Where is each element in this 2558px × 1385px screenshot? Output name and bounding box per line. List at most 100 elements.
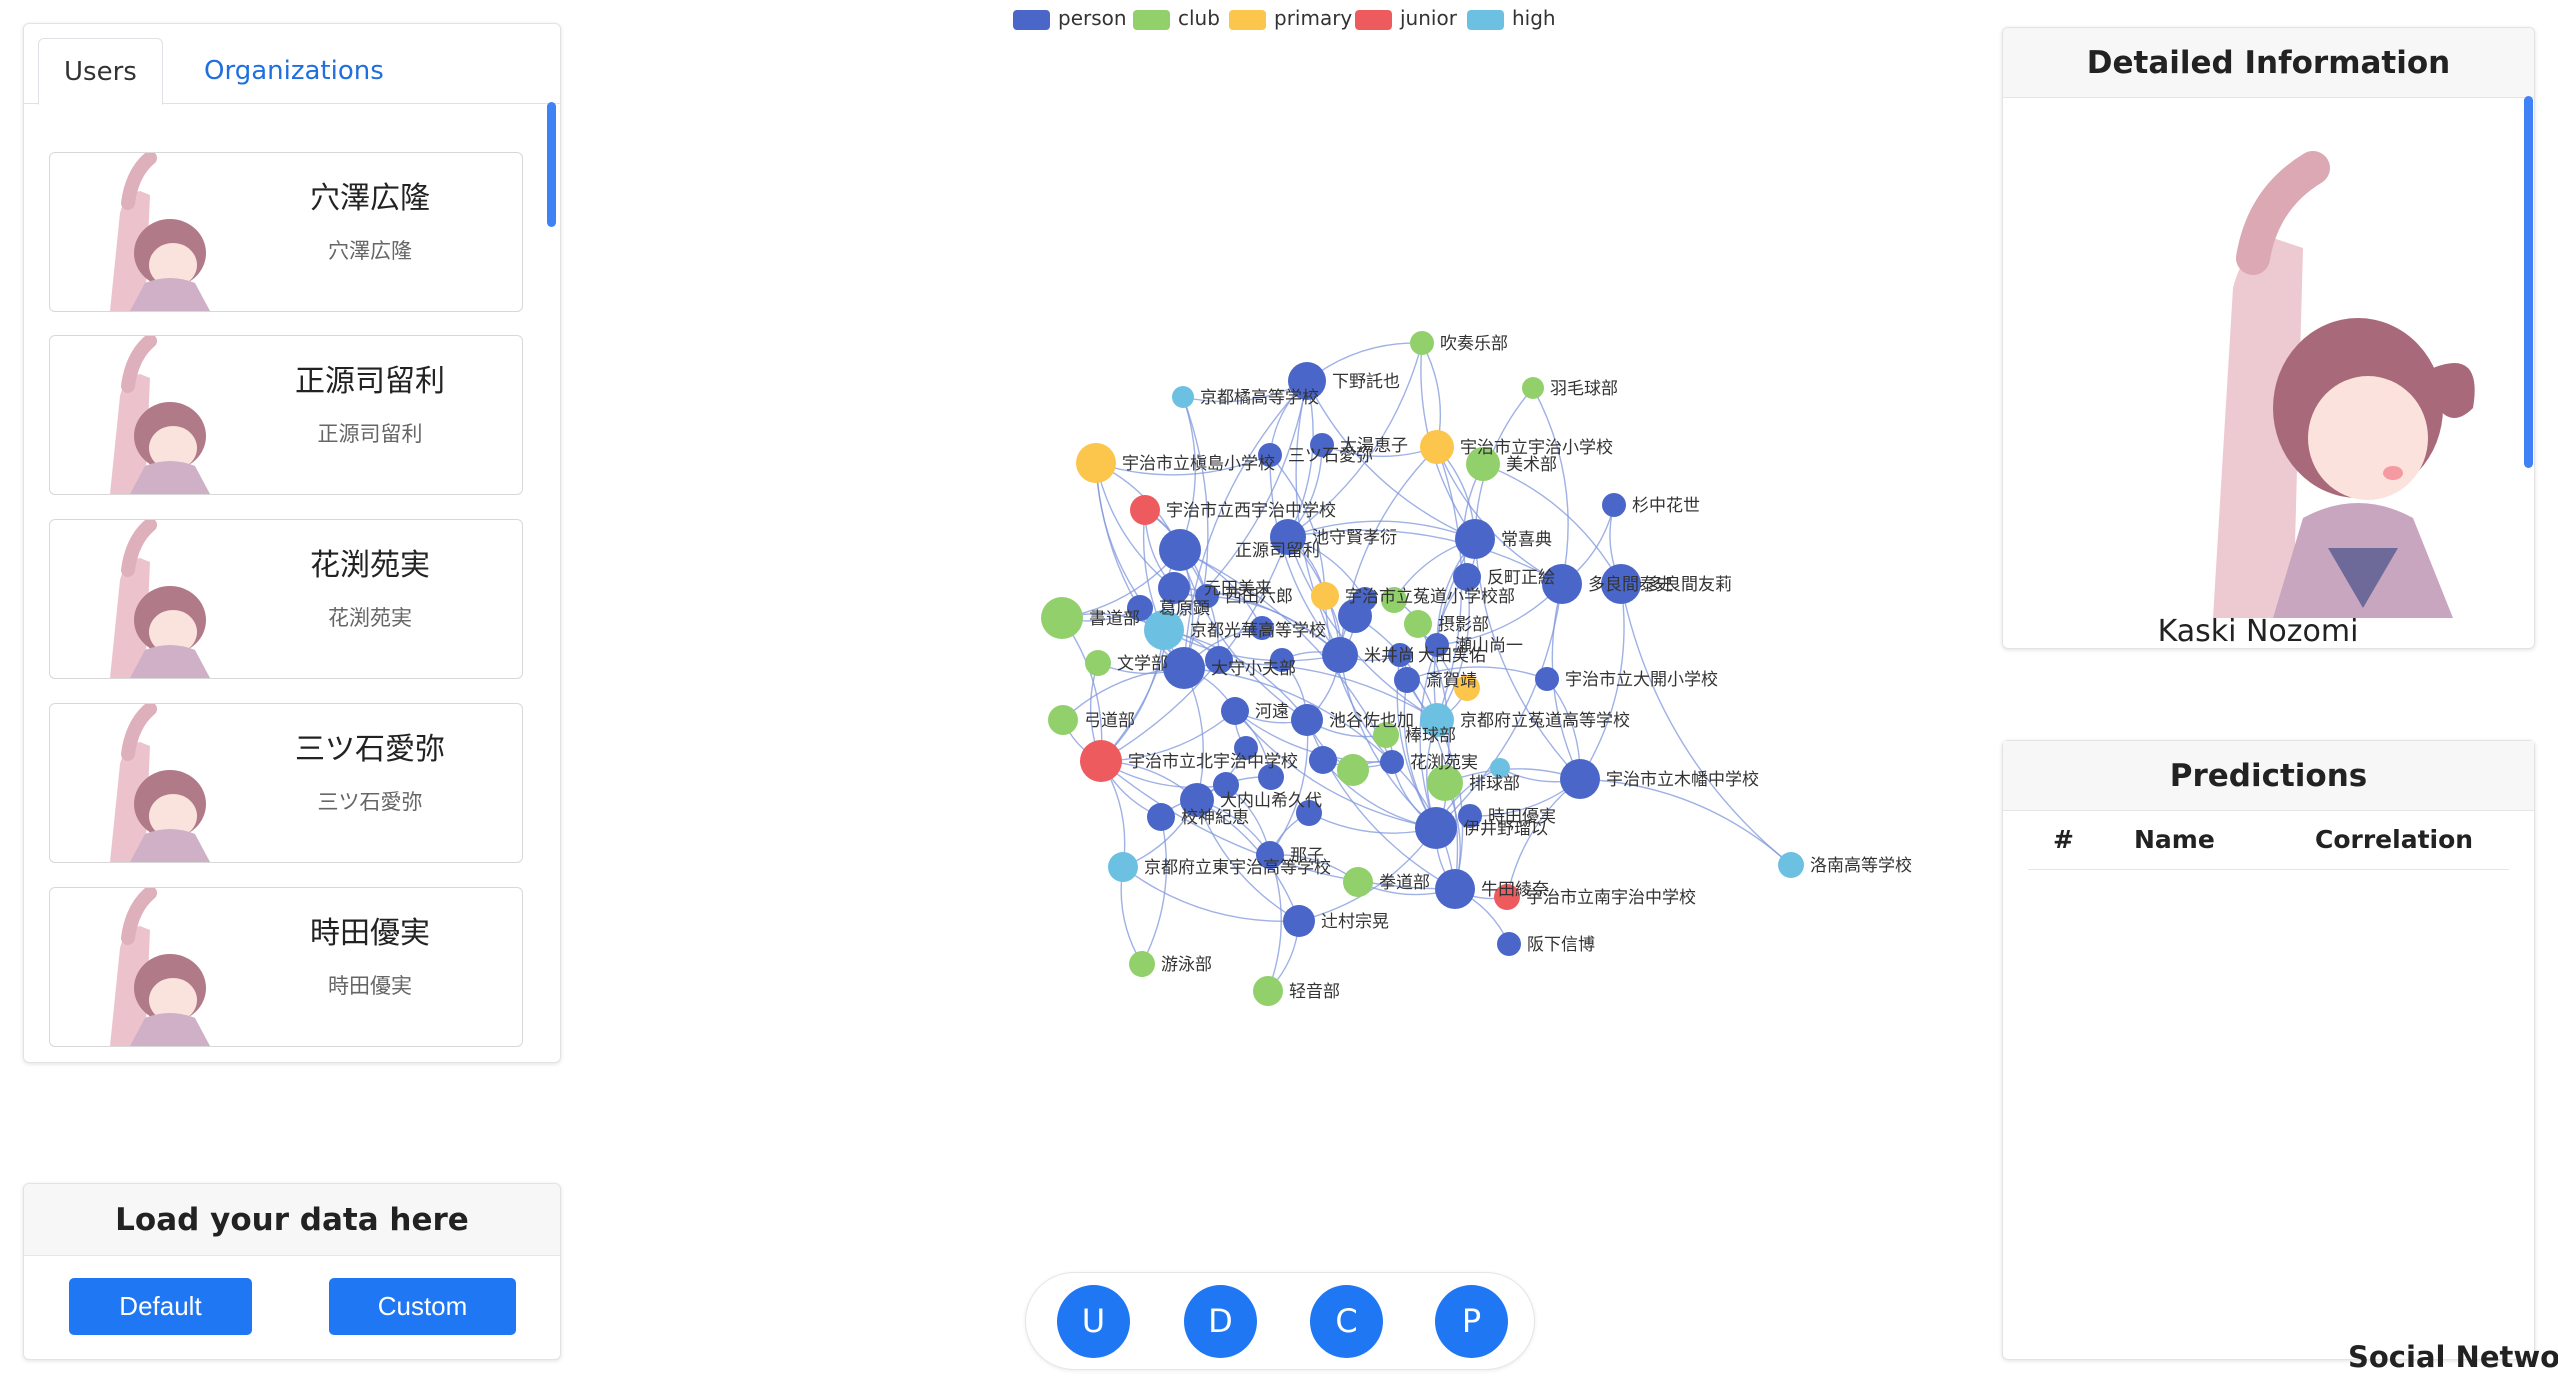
graph-node[interactable] [1163, 647, 1205, 689]
graph-node[interactable] [1380, 750, 1404, 774]
graph-node-label: 池守賢孝衍 [1312, 528, 1397, 548]
predictions-view-button[interactable]: P [1435, 1285, 1508, 1358]
graph-node-label: 京都府立菟道高等学校 [1460, 711, 1630, 731]
user-card[interactable]: 花渕苑実 花渕苑実 [49, 519, 523, 679]
users-panel: Users Organizations 穴澤広隆 穴澤広隆 正源司留利 正源司留利 花渕… [23, 23, 561, 1063]
detailed-information-title: Detailed Information [2003, 28, 2534, 98]
user-name: 正源司留利 [295, 364, 445, 399]
user-card[interactable]: 正源司留利 正源司留利 [49, 335, 523, 495]
graph-node-label: 西田六郎 [1225, 587, 1293, 607]
graph-node[interactable] [1283, 905, 1315, 937]
users-view-button[interactable]: U [1057, 1285, 1130, 1358]
graph-node-label: 文学部 [1117, 654, 1168, 674]
graph-node-label: 美术部 [1506, 455, 1557, 475]
table-divider [2028, 869, 2509, 870]
user-avatar [70, 888, 240, 1046]
clubs-view-button[interactable]: C [1310, 1285, 1383, 1358]
graph-node-label: 那子 [1290, 846, 1324, 866]
custom-data-button[interactable]: Custom [329, 1278, 516, 1335]
graph-node[interactable] [1322, 637, 1358, 673]
user-card[interactable]: 時田優実 時田優実 [49, 887, 523, 1047]
graph-node[interactable] [1337, 754, 1369, 786]
graph-node[interactable] [1048, 705, 1078, 735]
tab-users[interactable]: Users [38, 38, 163, 105]
graph-node[interactable] [1041, 597, 1083, 639]
graph-node[interactable] [1522, 377, 1544, 399]
graph-node-label: 時田優実 [1488, 807, 1556, 827]
user-subtitle: 時田優実 [328, 974, 412, 998]
default-data-button[interactable]: Default [69, 1278, 252, 1335]
graph-node[interactable] [1560, 759, 1600, 799]
user-list[interactable]: 穴澤広隆 穴澤広隆 正源司留利 正源司留利 花渕苑実 花渕苑実 三ツ石愛弥 三ツ石愛弥 時田優実… [49, 127, 549, 1062]
graph-node[interactable] [1343, 867, 1373, 897]
graph-node[interactable] [1455, 519, 1495, 559]
graph-node-label: 大田実佑 [1418, 646, 1486, 666]
graph-node[interactable] [1159, 529, 1201, 571]
graph-node-label: 棒球部 [1405, 726, 1456, 746]
graph-node[interactable] [1129, 951, 1155, 977]
user-card[interactable]: 三ツ石愛弥 三ツ石愛弥 [49, 703, 523, 863]
user-subtitle: 穴澤広隆 [328, 239, 412, 263]
graph-node[interactable] [1410, 331, 1434, 355]
graph-node[interactable] [1309, 746, 1337, 774]
user-card[interactable]: 穴澤広隆 穴澤広隆 [49, 152, 523, 312]
network-graph[interactable]: 吹奏乐部羽毛球部京都橘高等学校下野託也太湯恵子三ツ石愛弥 宇治市立宇治小学校美术部… [560, 0, 2000, 1270]
graph-node[interactable] [1130, 495, 1160, 525]
user-name: 穴澤広隆 [310, 181, 430, 216]
column-rank: # [2053, 825, 2074, 854]
user-list-scrollbar[interactable] [547, 102, 556, 227]
graph-node[interactable] [1435, 869, 1475, 909]
load-data-title: Load your data here [24, 1184, 560, 1256]
graph-node[interactable] [1076, 443, 1116, 483]
graph-node[interactable] [1080, 740, 1122, 782]
graph-node[interactable] [1291, 704, 1323, 736]
user-subtitle: 花渕苑実 [328, 606, 412, 630]
graph-node[interactable] [1253, 976, 1283, 1006]
graph-node[interactable] [1602, 493, 1626, 517]
graph-node-label: 書道部 [1089, 609, 1140, 629]
graph-node-label: 拳道部 [1379, 873, 1430, 893]
graph-node[interactable] [1415, 807, 1457, 849]
user-subtitle: 正源司留利 [317, 422, 423, 446]
graph-node-label: 轻音部 [1289, 982, 1340, 1002]
graph-edge [1579, 778, 1792, 866]
graph-node-label: 正源司留利 [1235, 541, 1320, 561]
graph-node[interactable] [1497, 932, 1521, 956]
graph-node[interactable] [1085, 650, 1111, 676]
graph-node-label: 宇治市立南宇治中学校 [1526, 888, 1696, 908]
graph-node[interactable] [1221, 697, 1249, 725]
details-scrollbar[interactable] [2524, 96, 2533, 468]
predictions-title: Predictions [2003, 741, 2534, 811]
graph-node[interactable] [1404, 610, 1432, 638]
graph-node-label: 宇治市立菟道小学校部 [1345, 587, 1515, 607]
graph-node-label: 葛原顕 [1159, 599, 1210, 619]
detailed-information-panel: Detailed Information Kaski Nozomi [2002, 27, 2535, 649]
graph-node[interactable] [1394, 667, 1420, 693]
graph-node-label: 反町正絵 [1487, 568, 1555, 588]
graph-node[interactable] [1147, 803, 1175, 831]
graph-node[interactable] [1778, 852, 1804, 878]
graph-nodes: 吹奏乐部羽毛球部京都橘高等学校下野託也太湯恵子三ツ石愛弥 宇治市立宇治小学校美术部… [1041, 331, 1912, 1006]
graph-node-label: 河遠 [1255, 702, 1289, 722]
load-data-panel: Load your data here Default Custom [23, 1183, 561, 1360]
graph-node[interactable] [1108, 852, 1138, 882]
graph-node-label: 宇治市立槇島小学校 [1122, 453, 1275, 474]
graph-node[interactable] [1311, 582, 1339, 610]
graph-node[interactable] [1535, 667, 1559, 691]
graph-node[interactable] [1420, 430, 1454, 464]
graph-node-label: 花渕苑実 [1410, 753, 1478, 773]
graph-node-label: 三ツ石愛弥 [1288, 446, 1373, 466]
details-view-button[interactable]: D [1184, 1285, 1257, 1358]
graph-node-label: 摂影部 [1438, 615, 1489, 635]
tab-organizations[interactable]: Organizations [179, 38, 409, 105]
graph-node-label: 弓道部 [1084, 711, 1135, 731]
graph-node-label: 多良間友莉 [1647, 575, 1732, 595]
graph-node[interactable] [1172, 386, 1194, 408]
user-name: 時田優実 [310, 916, 430, 951]
tab-bar: Users Organizations [24, 24, 560, 105]
graph-node-label: 羽毛球部 [1550, 379, 1618, 399]
graph-edge [1532, 387, 1569, 585]
graph-node-label: 常喜典 [1501, 530, 1552, 550]
graph-node-label: 阪下信博 [1527, 935, 1595, 955]
graph-node-label: 京都光華高等学校 [1190, 621, 1326, 641]
